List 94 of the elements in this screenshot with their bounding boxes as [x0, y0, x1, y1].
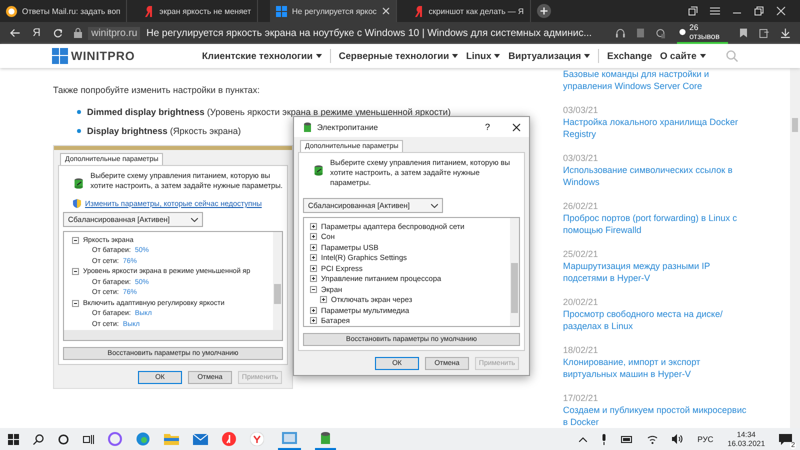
post-link[interactable]: Клонирование, импорт и экспорт виртуальных машин в Hyper-V	[563, 356, 748, 380]
site-logo[interactable]: WINITPRO	[71, 49, 135, 63]
collapse-icon[interactable]	[72, 300, 79, 307]
mail-icon[interactable]	[193, 434, 208, 444]
bookmark-icon[interactable]	[740, 28, 747, 38]
folder-icon[interactable]	[164, 433, 179, 445]
notification-icon[interactable]	[779, 434, 792, 444]
collections-icon[interactable]	[688, 6, 698, 16]
wifi-icon[interactable]	[647, 434, 658, 444]
expand-icon[interactable]	[310, 317, 317, 324]
horizontal-scrollbar[interactable]	[64, 330, 282, 340]
yandex-icon[interactable]	[222, 432, 236, 446]
caret-icon	[494, 54, 500, 58]
yandex-icon	[414, 6, 424, 16]
search-icon[interactable]	[33, 434, 44, 444]
lock-icon	[74, 28, 82, 38]
article-paragraph: Также попробуйте изменить настройки в пунктах:	[53, 85, 261, 95]
nav-menu-item[interactable]: Серверные технологии	[338, 50, 458, 62]
window-title: Электропитание	[317, 122, 378, 132]
expand-icon[interactable]	[310, 254, 317, 262]
windows-icon	[276, 6, 288, 16]
list-item: Dimmed display brightness (Уровень яркости экрана в режиме уменьшенной яркости)	[87, 107, 451, 117]
windows-logo-icon[interactable]	[52, 48, 68, 64]
browser-logo[interactable]: Я	[32, 27, 41, 39]
task-view-icon[interactable]	[83, 434, 94, 444]
caret-icon	[584, 54, 590, 58]
post-date: 03/03/21	[563, 104, 600, 116]
expand-icon[interactable]	[310, 233, 317, 240]
scrollbar[interactable]	[273, 232, 282, 330]
assistant-icon[interactable]	[108, 432, 122, 446]
caret-icon	[452, 54, 458, 58]
expand-icon[interactable]	[310, 275, 317, 282]
tab-title: Ответы Mail.ru: задать воп	[22, 6, 120, 16]
nav-menu-item[interactable]: Виртуализация	[508, 50, 590, 62]
collapse-icon[interactable]	[310, 286, 317, 293]
edge-icon[interactable]	[136, 432, 150, 446]
battery-icon[interactable]	[621, 436, 634, 442]
reload-icon[interactable]	[52, 28, 62, 38]
back-icon[interactable]	[10, 28, 21, 38]
post-date: 26/02/21	[563, 200, 600, 212]
caret-icon	[316, 54, 322, 58]
collapse-icon[interactable]	[72, 268, 79, 276]
address-bar[interactable]: winitpro.ru Не регулируется яркость экрана на ноутбуке с Windows 10 | Windows для системных админис...	[74, 26, 592, 40]
restore-icon[interactable]	[754, 6, 764, 16]
post-date: 20/02/21	[563, 296, 600, 308]
post-link[interactable]: Проброс портов (port forwarding) в Linux с помощью Firewalld	[563, 212, 748, 236]
battery-plug-icon[interactable]	[319, 431, 332, 445]
nav-menu-item[interactable]: Клиентские технологии	[202, 50, 322, 62]
start-icon[interactable]	[8, 434, 19, 444]
post-link[interactable]: Использование символических ссылок в Windows	[563, 164, 748, 188]
collapse-icon[interactable]	[72, 236, 79, 244]
browser-icon[interactable]	[250, 432, 264, 446]
caret-icon[interactable]	[579, 436, 588, 442]
caret-icon	[700, 54, 706, 58]
close-icon[interactable]	[512, 122, 521, 132]
microphone-icon[interactable]	[601, 434, 608, 444]
nav-menu-item[interactable]: О сайте	[660, 50, 706, 62]
chevron-icon	[191, 218, 198, 222]
post-link[interactable]: Просмотр свободного места на диске/разделах в Linux	[563, 308, 748, 332]
expand-icon[interactable]	[310, 264, 317, 272]
yandex-icon	[145, 6, 154, 16]
list-item: Display brightness (Яркость экрана)	[87, 126, 241, 136]
battery-plug-icon	[302, 122, 313, 132]
help-button[interactable]: ?	[484, 122, 490, 132]
tab-title: скриншот как делать — Я	[428, 6, 524, 16]
post-date: 03/03/21	[563, 152, 600, 164]
shield-icon	[73, 199, 81, 208]
menu-icon[interactable]	[710, 7, 720, 15]
language-indicator[interactable]: РУС	[697, 434, 714, 444]
post-link[interactable]: Настройка локального хранилища Docker Registry	[563, 116, 748, 140]
post-date: 25/02/21	[563, 248, 600, 260]
post-date: 17/02/21	[563, 392, 600, 404]
new-tab-icon[interactable]	[536, 4, 551, 18]
post-link[interactable]: Базовые команды для настройки и управления Windows Server Core	[563, 68, 748, 92]
share-icon[interactable]	[758, 28, 770, 38]
chevron-icon	[431, 204, 438, 208]
post-date: 18/02/21	[563, 344, 600, 356]
expand-icon[interactable]	[310, 244, 317, 251]
headphones-icon[interactable]	[616, 28, 625, 38]
expand-icon[interactable]	[310, 306, 317, 314]
nav-menu-item[interactable]: Linux	[466, 50, 500, 62]
page-scrollbar[interactable]	[790, 68, 800, 428]
expand-icon[interactable]	[320, 296, 327, 304]
download-icon[interactable]	[781, 28, 790, 38]
post-link[interactable]: Маршрутизация между разными IP подсетями в Hyper-V	[563, 260, 748, 284]
post-link[interactable]: Создаем и публикуем простой микросервис в Docker	[563, 404, 748, 428]
nav-menu-item[interactable]: Exchange	[607, 50, 652, 62]
tab-title: экран яркость не меняет	[159, 6, 252, 16]
tab-title: Не регулируется яркос	[292, 6, 377, 16]
speaker-icon[interactable]	[672, 434, 684, 444]
scrollbar[interactable]	[510, 218, 519, 326]
circle-icon[interactable]	[58, 434, 69, 444]
browser-tab[interactable]: Не регулируется яркос	[270, 0, 397, 22]
expand-icon[interactable]	[310, 222, 317, 230]
